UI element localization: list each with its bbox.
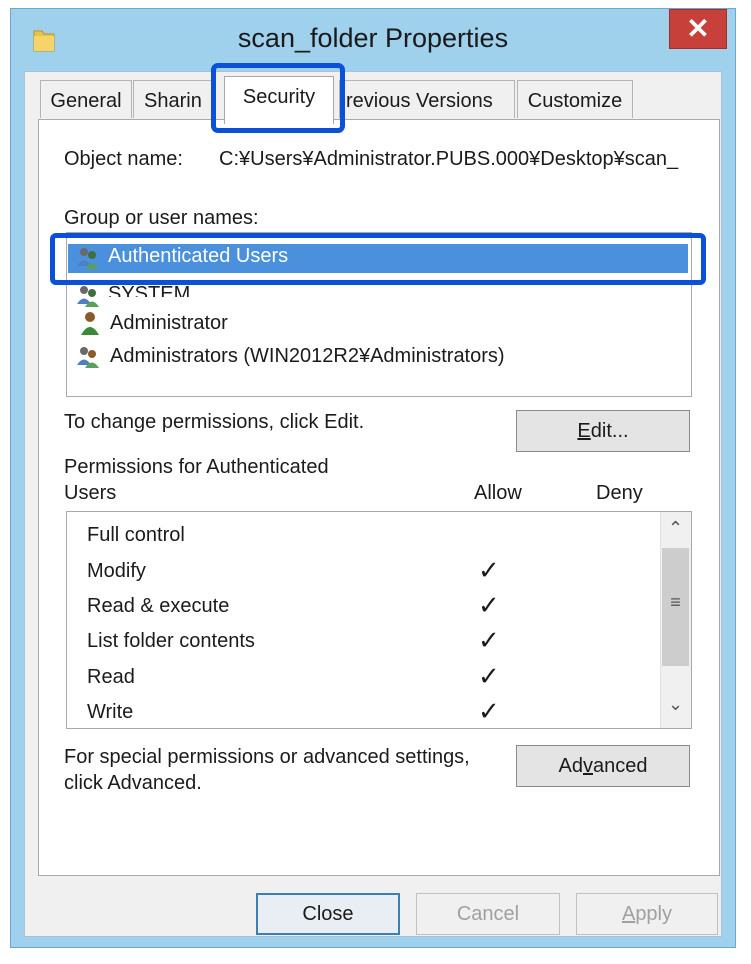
advanced-button-accesskey: v [582,755,593,777]
apply-button-accesskey: A [621,903,636,925]
user-group-icon [77,347,99,368]
user-icon [81,312,99,335]
group-names-label: Group or user names: [64,207,259,229]
permissions-label-line1: Permissions for Authenticated [64,456,329,478]
edit-button-rest: dit... [590,420,629,442]
scroll-grip-icon: ≡ [670,592,681,612]
user-group-icon [77,286,99,307]
advanced-button[interactable]: Advanced [516,745,690,787]
permission-name: Full control [87,524,185,546]
close-button[interactable]: Close [256,893,400,935]
apply-button[interactable]: Apply [576,893,718,935]
title-bar[interactable]: scan_folder Properties ✕ [11,9,735,71]
group-item-authenticated-users[interactable]: Authenticated Users [108,245,288,268]
allow-column-header: Allow [474,482,522,504]
window-title: scan_folder Properties [237,23,509,53]
permission-name: List folder contents [87,630,255,652]
special-permissions-text-line2: click Advanced. [64,772,202,794]
group-item-administrators[interactable]: Administrators (WIN2012R2¥Administrators… [110,345,505,368]
group-item-system[interactable]: SYSTEM [108,283,190,297]
permission-name: Write [87,701,134,723]
tab-customize[interactable]: Customize [517,80,633,118]
allow-check-icon: ✓ [478,696,500,726]
permission-name: Modify [87,560,146,582]
object-name-value: C:¥Users¥Administrator.PUBS.000¥Desktop¥… [219,148,679,170]
scroll-up-icon[interactable]: ⌃ [660,518,691,539]
object-name-label: Object name: [64,148,183,170]
tab-general[interactable]: General [40,80,132,118]
allow-check-icon: ✓ [478,661,500,691]
advanced-button-rest: anced [592,755,648,777]
advanced-button-prefix: Ad [558,755,583,777]
scroll-down-icon[interactable]: ⌄ [660,694,691,715]
tab-previous-versions[interactable]: revious Versions [339,80,515,118]
tab-sharing[interactable]: Sharin [133,80,213,118]
close-window-button[interactable]: ✕ [669,9,727,49]
permission-name: Read [87,666,135,688]
security-tab-highlight [211,63,345,133]
allow-check-icon: ✓ [478,590,500,620]
allow-check-icon: ✓ [478,625,500,655]
deny-column-header: Deny [596,482,643,504]
change-permissions-text: To change permissions, click Edit. [64,411,365,433]
permission-name: Read & execute [87,595,230,617]
special-permissions-text-line1: For special permissions or advanced sett… [64,746,470,768]
group-item-administrator[interactable]: Administrator [110,312,228,335]
user-group-icon [77,248,99,269]
allow-check-icon: ✓ [478,555,500,585]
permissions-label-line2: Users [64,482,117,504]
edit-button[interactable]: Edit... [516,410,690,452]
edit-button-accesskey: E [577,420,591,442]
cancel-button[interactable]: Cancel [416,893,560,935]
apply-button-rest: pply [635,903,673,925]
